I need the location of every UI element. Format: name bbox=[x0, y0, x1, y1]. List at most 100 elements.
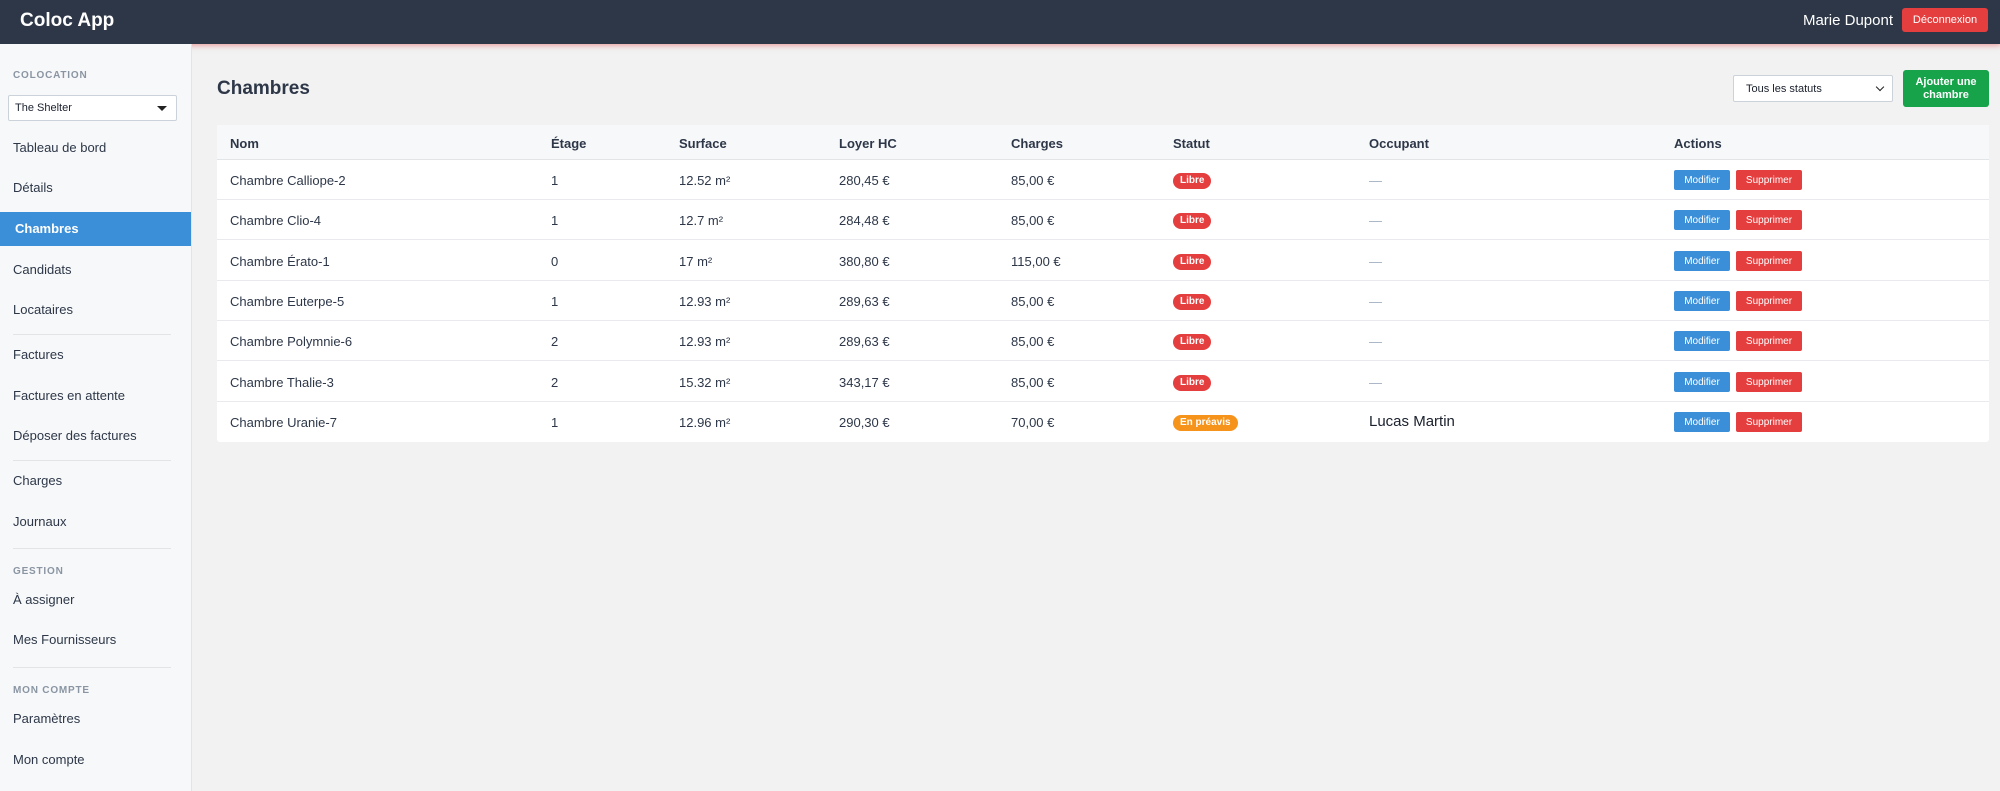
logout-button[interactable]: Déconnexion bbox=[1902, 8, 1988, 32]
sidebar-item-label: Candidats bbox=[13, 262, 72, 277]
sidebar-item-tableau-de-bord[interactable]: Tableau de bord bbox=[0, 131, 191, 165]
section-title-colocation: COLOCATION bbox=[13, 70, 88, 81]
sidebar-item-candidats[interactable]: Candidats bbox=[0, 253, 191, 287]
cell-etage: 1 bbox=[551, 213, 559, 228]
sidebar-item-label: Tableau de bord bbox=[13, 140, 107, 155]
delete-button[interactable]: Supprimer bbox=[1736, 210, 1802, 230]
delete-button[interactable]: Supprimer bbox=[1736, 372, 1802, 392]
cell-surface: 12.96 m² bbox=[679, 415, 731, 430]
delete-button[interactable]: Supprimer bbox=[1736, 170, 1802, 190]
sidebar-item-label: Mes Fournisseurs bbox=[13, 632, 117, 647]
cell-charges: 85,00 € bbox=[1011, 294, 1055, 309]
cell-loyer: 290,30 € bbox=[839, 415, 890, 430]
cell-loyer: 289,63 € bbox=[839, 334, 890, 349]
sidebar-divider bbox=[13, 334, 171, 335]
cell-charges: 115,00 € bbox=[1011, 254, 1061, 269]
sidebar-item-label: Chambres bbox=[15, 221, 79, 236]
sidebar-item-a-assigner[interactable]: À assigner bbox=[0, 583, 191, 617]
cell-charges: 85,00 € bbox=[1011, 213, 1055, 228]
status-badge: Libre bbox=[1173, 375, 1212, 391]
sidebar-divider bbox=[13, 548, 171, 549]
sidebar-item-label: Charges bbox=[13, 473, 63, 488]
cell-occupant: — bbox=[1369, 334, 1382, 349]
column-header-actions: Actions bbox=[1674, 136, 1722, 151]
sidebar-item-factures-en-attente[interactable]: Factures en attente bbox=[0, 379, 191, 413]
status-filter-select[interactable]: Tous les statuts bbox=[1733, 75, 1893, 102]
edit-button[interactable]: Modifier bbox=[1674, 251, 1730, 271]
cell-occupant: — bbox=[1369, 294, 1382, 309]
edit-button[interactable]: Modifier bbox=[1674, 170, 1730, 190]
cell-nom: Chambre Uranie-7 bbox=[230, 415, 337, 430]
cell-loyer: 280,45 € bbox=[839, 173, 890, 188]
app-brand[interactable]: Coloc App bbox=[20, 10, 114, 32]
edit-button[interactable]: Modifier bbox=[1674, 372, 1730, 392]
delete-button[interactable]: Supprimer bbox=[1736, 291, 1802, 311]
sidebar: COLOCATION The Shelter Tableau de bord D… bbox=[0, 44, 192, 791]
cell-surface: 12.93 m² bbox=[679, 334, 731, 349]
sidebar-item-journaux[interactable]: Journaux bbox=[0, 505, 191, 539]
cell-surface: 12.7 m² bbox=[679, 213, 724, 228]
cell-surface: 17 m² bbox=[679, 254, 713, 269]
cell-occupant: — bbox=[1369, 213, 1382, 228]
cell-surface: 12.52 m² bbox=[679, 173, 731, 188]
sidebar-item-chambres[interactable]: Chambres bbox=[0, 212, 191, 246]
cell-nom: Chambre Calliope-2 bbox=[230, 173, 346, 188]
sidebar-item-label: Factures en attente bbox=[13, 388, 126, 403]
column-header-charges[interactable]: Charges bbox=[1011, 136, 1063, 151]
cell-etage: 0 bbox=[551, 254, 559, 269]
sidebar-item-mon-compte[interactable]: Mon compte bbox=[0, 743, 191, 777]
cell-occupant: Lucas Martin bbox=[1369, 413, 1455, 430]
edit-button[interactable]: Modifier bbox=[1674, 412, 1730, 432]
sidebar-item-label: Paramètres bbox=[13, 711, 81, 726]
cell-surface: 12.93 m² bbox=[679, 294, 731, 309]
column-header-nom[interactable]: Nom bbox=[230, 136, 259, 151]
column-header-loyer[interactable]: Loyer HC bbox=[839, 136, 897, 151]
sidebar-divider bbox=[13, 460, 171, 461]
cell-loyer: 343,17 € bbox=[839, 375, 890, 390]
edit-button[interactable]: Modifier bbox=[1674, 291, 1730, 311]
column-header-etage[interactable]: Étage bbox=[551, 136, 586, 151]
delete-button[interactable]: Supprimer bbox=[1736, 412, 1802, 432]
cell-occupant: — bbox=[1369, 173, 1382, 188]
sidebar-item-parametres[interactable]: Paramètres bbox=[0, 702, 191, 736]
user-name: Marie Dupont bbox=[1802, 12, 1893, 29]
cell-loyer: 284,48 € bbox=[839, 213, 890, 228]
edit-button[interactable]: Modifier bbox=[1674, 331, 1730, 351]
sidebar-item-details[interactable]: Détails bbox=[0, 171, 191, 205]
column-header-occupant[interactable]: Occupant bbox=[1369, 136, 1429, 151]
status-badge: Libre bbox=[1173, 213, 1212, 229]
table-row: Chambre Clio-4 1 12.7 m² 284,48 € 85,00 … bbox=[217, 200, 1989, 240]
status-badge: Libre bbox=[1173, 294, 1212, 310]
cell-etage: 1 bbox=[551, 173, 559, 188]
sidebar-item-label: Factures bbox=[13, 347, 64, 362]
add-room-button[interactable]: Ajouter une chambre bbox=[1903, 70, 1989, 107]
table-header: Nom Étage Surface Loyer HC Charges Statu… bbox=[217, 125, 1989, 160]
column-header-statut[interactable]: Statut bbox=[1173, 136, 1210, 151]
column-header-surface[interactable]: Surface bbox=[679, 136, 727, 151]
sidebar-item-factures[interactable]: Factures bbox=[0, 338, 191, 372]
edit-button[interactable]: Modifier bbox=[1674, 210, 1730, 230]
sidebar-item-label: Journaux bbox=[13, 514, 67, 529]
status-filter-value: Tous les statuts bbox=[1746, 83, 1822, 95]
cell-loyer: 380,80 € bbox=[839, 254, 890, 269]
cell-etage: 2 bbox=[551, 375, 559, 390]
sidebar-item-deposer-des-factures[interactable]: Déposer des factures bbox=[0, 419, 191, 453]
cell-charges: 85,00 € bbox=[1011, 334, 1055, 349]
page-title: Chambres bbox=[217, 78, 310, 99]
sidebar-item-locataires[interactable]: Locataires bbox=[0, 293, 191, 327]
caret-down-icon bbox=[157, 106, 167, 111]
table-row: Chambre Calliope-2 1 12.52 m² 280,45 € 8… bbox=[217, 160, 1989, 200]
cell-charges: 85,00 € bbox=[1011, 173, 1055, 188]
status-badge: Libre bbox=[1173, 254, 1212, 270]
cell-nom: Chambre Érato-1 bbox=[230, 254, 330, 269]
delete-button[interactable]: Supprimer bbox=[1736, 251, 1802, 271]
cell-etage: 1 bbox=[551, 294, 559, 309]
table-row: Chambre Polymnie-6 2 12.93 m² 289,63 € 8… bbox=[217, 321, 1989, 361]
colocation-select[interactable]: The Shelter bbox=[8, 95, 177, 121]
delete-button[interactable]: Supprimer bbox=[1736, 331, 1802, 351]
cell-nom: Chambre Euterpe-5 bbox=[230, 294, 345, 309]
sidebar-item-charges[interactable]: Charges bbox=[0, 464, 191, 498]
sidebar-item-mes-fournisseurs[interactable]: Mes Fournisseurs bbox=[0, 623, 191, 657]
cell-occupant: — bbox=[1369, 375, 1382, 390]
cell-etage: 2 bbox=[551, 334, 559, 349]
